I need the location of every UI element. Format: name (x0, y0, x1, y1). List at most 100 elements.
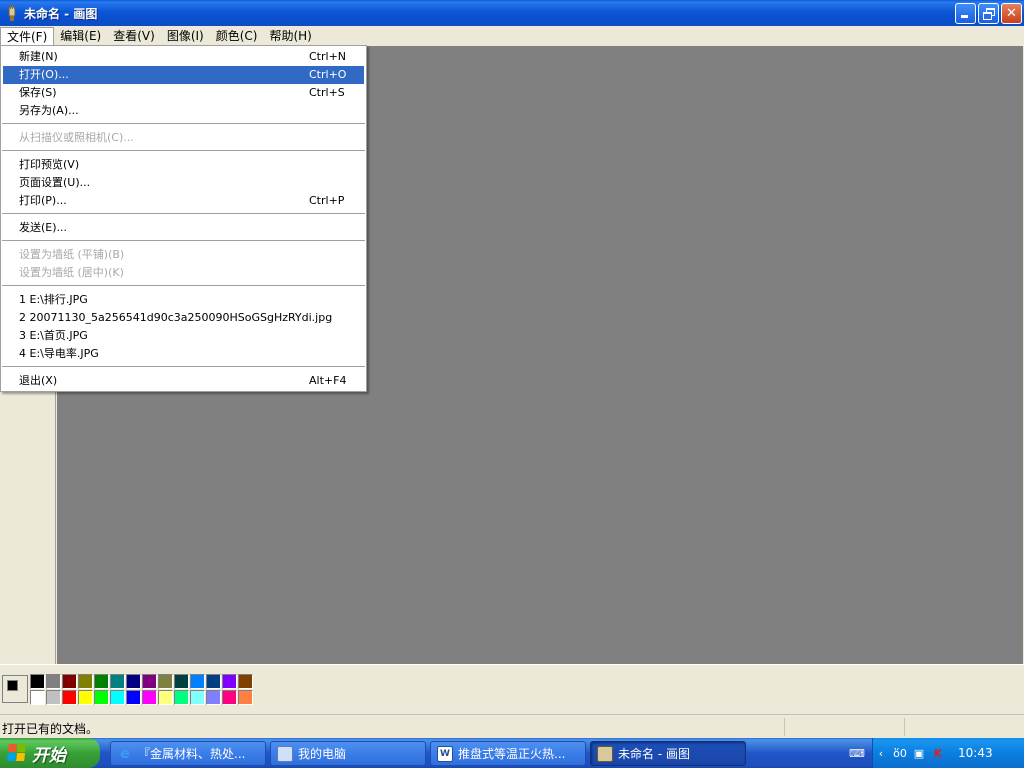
foreground-color[interactable] (7, 680, 18, 691)
menu-item-label: 1 E:\排行.JPG (19, 293, 88, 306)
menu-item-print-preview[interactable]: 打印预览(V) (3, 156, 364, 174)
file-menu-dropdown: 新建(N) Ctrl+N 打开(O)... Ctrl+O 保存(S) Ctrl+… (0, 45, 367, 392)
color-swatch[interactable] (222, 690, 237, 705)
menu-item-recent-file-1[interactable]: 1 E:\排行.JPG (3, 291, 364, 309)
menu-help[interactable]: 帮助(H) (263, 27, 317, 45)
color-palette (0, 664, 1024, 714)
restore-button[interactable] (978, 3, 999, 24)
tray-expand-icon[interactable]: ‹ (873, 745, 889, 761)
color-swatch[interactable] (126, 674, 141, 689)
menu-view[interactable]: 查看(V) (107, 27, 161, 45)
menu-separator (2, 213, 365, 215)
paint-app-icon[interactable] (4, 5, 20, 21)
menu-item-exit[interactable]: 退出(X) Alt+F4 (3, 372, 364, 390)
color-swatch[interactable] (110, 690, 125, 705)
menu-item-send[interactable]: 发送(E)... (3, 219, 364, 237)
menu-colors[interactable]: 颜色(C) (210, 27, 264, 45)
color-swatch[interactable] (110, 674, 125, 689)
color-swatches (30, 674, 254, 706)
color-swatch[interactable] (190, 674, 205, 689)
taskbar-button-ie[interactable]: e 『金属材料、热处... (110, 741, 266, 766)
clock[interactable]: 10:43 (958, 746, 993, 760)
menu-item-print[interactable]: 打印(P)... Ctrl+P (3, 192, 364, 210)
menu-item-label: 新建(N) (19, 50, 58, 63)
menu-item-label: 打开(O)... (19, 68, 69, 81)
menu-image[interactable]: 图像(I) (161, 27, 210, 45)
color-swatch[interactable] (30, 690, 45, 705)
taskbar-button-paint[interactable]: 未命名 - 画图 (590, 741, 746, 766)
menu-item-wallpaper-centered: 设置为墙纸 (居中)(K) (3, 264, 364, 282)
menu-item-label: 打印(P)... (19, 194, 67, 207)
taskbar-button-label: 未命名 - 画图 (618, 747, 690, 761)
color-swatch[interactable] (238, 674, 253, 689)
color-swatch[interactable] (94, 690, 109, 705)
color-swatch[interactable] (62, 690, 77, 705)
menu-separator (2, 150, 365, 152)
taskbar-button-my-computer[interactable]: 我的电脑 (270, 741, 426, 766)
menu-item-label: 设置为墙纸 (平铺)(B) (19, 248, 125, 261)
color-swatch[interactable] (206, 674, 221, 689)
keyboard-icon[interactable]: ⌨ (849, 745, 865, 761)
system-tray: ⌨ ‹ ὅ0 ▣ K 10:43 (849, 738, 1024, 768)
color-swatch[interactable] (158, 690, 173, 705)
volume-icon[interactable]: ▣ (911, 745, 927, 761)
menu-item-page-setup[interactable]: 页面设置(U)... (3, 174, 364, 192)
menu-item-recent-file-2[interactable]: 2 20071130_5a256541d90c3a250090HSoGSgHzR… (3, 309, 364, 327)
color-swatch[interactable] (78, 674, 93, 689)
status-divider (784, 718, 785, 736)
current-colors[interactable] (2, 675, 28, 703)
color-swatch[interactable] (206, 690, 221, 705)
menu-item-shortcut: Alt+F4 (309, 374, 347, 387)
menu-item-label: 从扫描仪或照相机(C)... (19, 131, 134, 144)
menu-item-recent-file-4[interactable]: 4 E:\导电率.JPG (3, 345, 364, 363)
ie-icon: e (120, 745, 130, 762)
menu-separator (2, 285, 365, 287)
color-swatch[interactable] (190, 690, 205, 705)
menu-item-label: 3 E:\首页.JPG (19, 329, 88, 342)
menu-item-shortcut: Ctrl+O (309, 68, 347, 81)
taskbar-button-document[interactable]: W 推盘式等温正火热... (430, 741, 586, 766)
menu-item-label: 另存为(A)... (19, 104, 79, 117)
menu-item-new[interactable]: 新建(N) Ctrl+N (3, 48, 364, 66)
color-swatch[interactable] (62, 674, 77, 689)
menu-item-open[interactable]: 打开(O)... Ctrl+O (3, 66, 364, 84)
menu-item-label: 4 E:\导电率.JPG (19, 347, 99, 360)
network-icon[interactable]: ὅ0 (892, 745, 908, 761)
menu-item-save[interactable]: 保存(S) Ctrl+S (3, 84, 364, 102)
taskbar-button-label: 我的电脑 (298, 747, 347, 761)
color-swatch[interactable] (142, 690, 157, 705)
antivirus-icon[interactable]: K (930, 745, 946, 761)
menu-edit[interactable]: 编辑(E) (54, 27, 107, 45)
menu-item-wallpaper-tiled: 设置为墙纸 (平铺)(B) (3, 246, 364, 264)
color-swatch[interactable] (238, 690, 253, 705)
start-label: 开始 (32, 745, 66, 766)
color-swatch[interactable] (78, 690, 93, 705)
window-title: 未命名 - 画图 (24, 6, 98, 21)
close-icon: ✕ (1006, 6, 1017, 21)
menu-item-label: 保存(S) (19, 86, 57, 99)
color-swatch[interactable] (46, 690, 61, 705)
menu-item-shortcut: Ctrl+P (309, 194, 345, 207)
start-button[interactable]: 开始 (0, 738, 100, 768)
color-swatch[interactable] (94, 674, 109, 689)
color-swatch[interactable] (46, 674, 61, 689)
taskbar: 开始 e 『金属材料、热处... 我的电脑 W 推盘式等温正火热... 未命名 … (0, 738, 1024, 768)
color-swatch[interactable] (30, 674, 45, 689)
menu-item-recent-file-3[interactable]: 3 E:\首页.JPG (3, 327, 364, 345)
menu-file[interactable]: 文件(F) (0, 27, 55, 45)
menu-item-label: 退出(X) (19, 374, 58, 387)
color-swatch[interactable] (174, 674, 189, 689)
minimize-button[interactable] (955, 3, 976, 24)
color-swatch[interactable] (142, 674, 157, 689)
menu-bar: 文件(F) 编辑(E) 查看(V) 图像(I) 颜色(C) 帮助(H) (0, 26, 1024, 46)
title-bar[interactable]: 未命名 - 画图 ✕ (0, 0, 1024, 26)
document-icon: W (437, 745, 453, 762)
menu-item-save-as[interactable]: 另存为(A)... (3, 102, 364, 120)
color-swatch[interactable] (158, 674, 173, 689)
menu-item-label: 打印预览(V) (19, 158, 80, 171)
color-swatch[interactable] (126, 690, 141, 705)
color-swatch[interactable] (222, 674, 237, 689)
menu-item-label: 2 20071130_5a256541d90c3a250090HSoGSgHzR… (19, 311, 333, 324)
color-swatch[interactable] (174, 690, 189, 705)
close-button[interactable]: ✕ (1001, 3, 1022, 24)
